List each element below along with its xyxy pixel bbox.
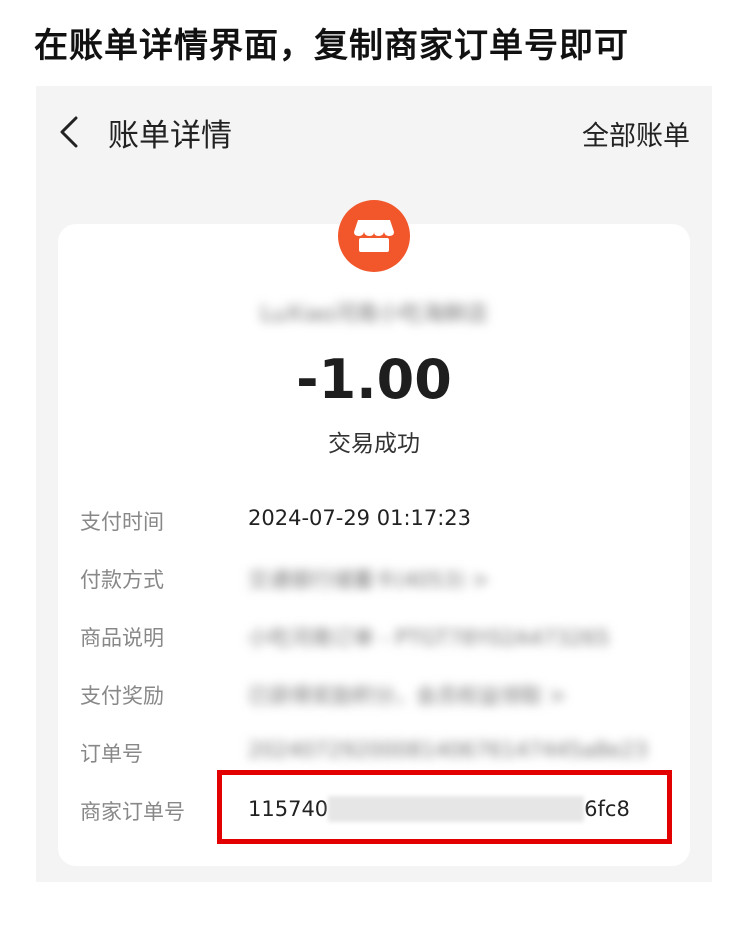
payment-time-value: 2024-07-29 01:17:23 <box>248 506 472 530</box>
detail-row-order-number[interactable]: 订单号 2024072920008140676147445a8e23 <box>80 732 680 772</box>
all-bills-link[interactable]: 全部账单 <box>582 114 690 153</box>
detail-label: 付款方式 <box>80 568 164 592</box>
merchant-logo <box>338 200 410 272</box>
page: 在账单详情界面，复制商家订单号即可 账单详情 全部账单 LuXiao河南小吃海鲜… <box>0 0 750 932</box>
transaction-status: 交易成功 <box>328 431 420 457</box>
detail-label: 订单号 <box>80 742 143 766</box>
amount: -1.00 <box>296 348 452 411</box>
back-arrow-icon[interactable] <box>56 112 86 152</box>
merchant-name: LuXiao河南小吃海鲜店 <box>260 302 488 327</box>
page-title: 账单详情 <box>108 118 232 154</box>
product-description-value: 小吃河南订单 - PTGT78Y02A473265 <box>248 626 610 650</box>
payment-method-value: 交通银行储蓄卡(4053) > <box>248 568 490 592</box>
payment-reward-value: 已获得奖励积分，会员权益领取 > <box>248 684 567 708</box>
detail-label: 商家订单号 <box>80 800 185 824</box>
detail-row-product-description: 商品说明 小吃河南订单 - PTGT78Y02A473265 <box>80 616 680 656</box>
detail-label: 商品说明 <box>80 626 164 650</box>
highlight-box <box>217 770 672 844</box>
order-number-value[interactable]: 2024072920008140676147445a8e23 <box>248 738 648 762</box>
detail-label: 支付时间 <box>80 510 164 534</box>
phone-screen: 账单详情 全部账单 LuXiao河南小吃海鲜店 -1.00 交易成功 支付时间 … <box>36 86 712 882</box>
store-icon <box>354 220 394 252</box>
instruction-text: 在账单详情界面，复制商家订单号即可 <box>34 26 629 66</box>
detail-row-payment-time: 支付时间 2024-07-29 01:17:23 <box>80 500 680 540</box>
detail-label: 支付奖励 <box>80 684 164 708</box>
detail-row-payment-reward[interactable]: 支付奖励 已获得奖励积分，会员权益领取 > <box>80 674 680 714</box>
navbar: 账单详情 全部账单 <box>36 86 712 176</box>
detail-row-payment-method[interactable]: 付款方式 交通银行储蓄卡(4053) > <box>80 558 680 598</box>
